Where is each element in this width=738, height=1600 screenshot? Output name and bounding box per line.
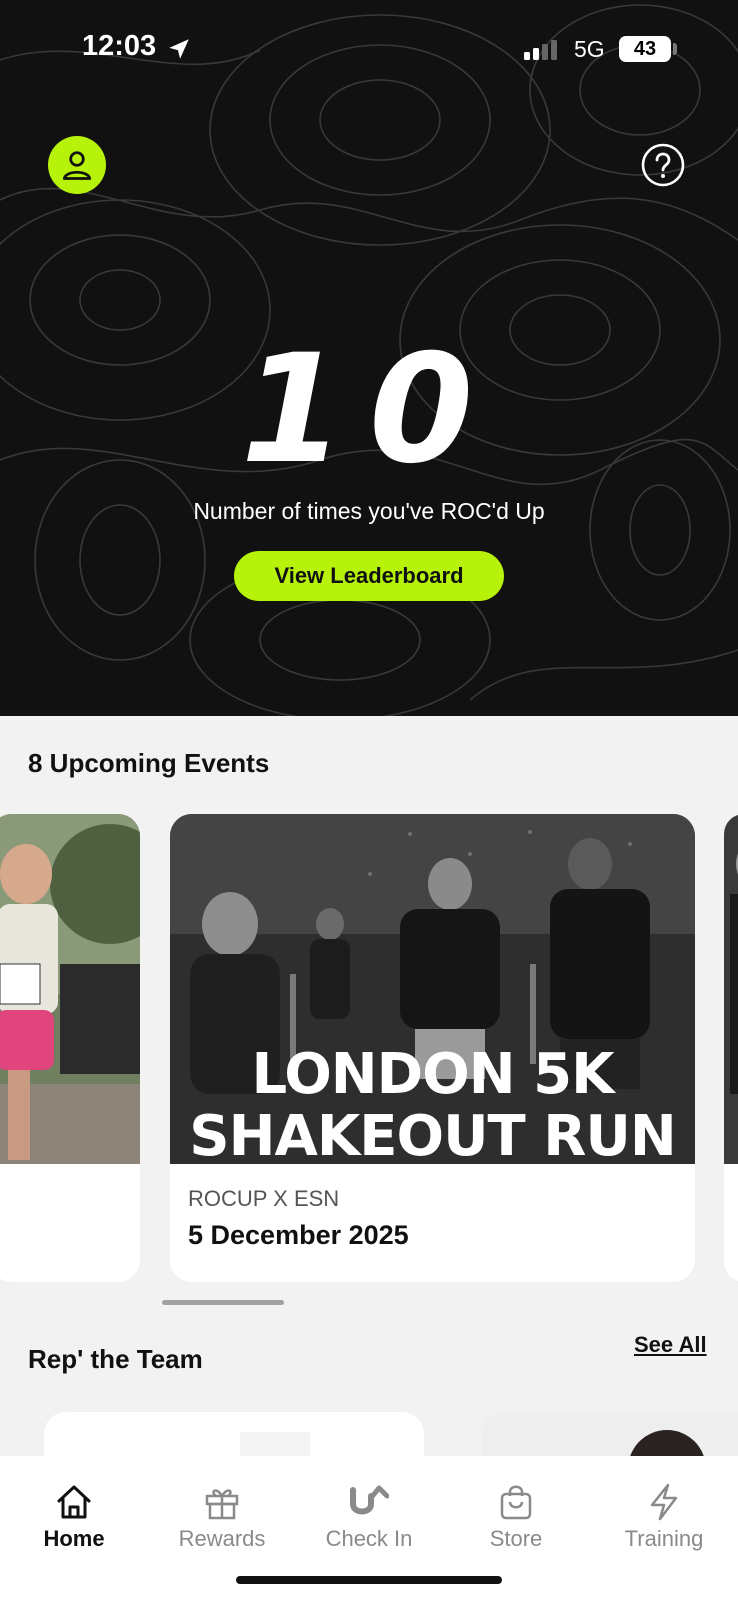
event-image-caption-line2: SHAKEOUT RUN — [189, 1104, 676, 1165]
rocd-up-count-label: Number of times you've ROC'd Up — [193, 498, 545, 524]
status-bar: 12:03 5G 43 — [0, 0, 738, 100]
tab-label: Store — [489, 1526, 543, 1551]
rep-the-team-title: Rep' the Team — [28, 1344, 203, 1374]
gift-icon — [205, 1489, 239, 1520]
event-image — [724, 814, 738, 1164]
hero-banner: 12:03 5G 43 10 Number of times you've RO… — [0, 0, 738, 716]
check-in-icon — [350, 1485, 389, 1515]
battery-cap — [673, 43, 677, 55]
tab-rewards[interactable]: Rewards — [152, 1456, 292, 1566]
home-indicator — [236, 1576, 502, 1584]
tab-label: Check In — [325, 1526, 413, 1551]
help-button[interactable] — [640, 142, 686, 188]
home-icon — [57, 1485, 91, 1519]
network-type: 5G — [574, 36, 605, 62]
shopping-bag-icon — [500, 1485, 532, 1520]
tab-home[interactable]: Home — [4, 1456, 144, 1566]
event-image: LONDON 5K SHAKEOUT RUN — [170, 814, 695, 1164]
event-date: 5 December 2025 — [188, 1220, 409, 1250]
tab-store[interactable]: Store — [446, 1456, 586, 1566]
tab-check-in[interactable]: Check In — [299, 1456, 439, 1566]
event-image — [0, 814, 140, 1164]
status-time: 12:03 — [82, 30, 157, 62]
profile-button[interactable] — [48, 136, 106, 194]
carousel-scroll-indicator — [162, 1300, 284, 1305]
person-icon — [62, 151, 92, 180]
rocd-up-count: 10 — [240, 323, 498, 497]
event-card[interactable]: LONDON 5K SHAKEOUT RUN ROCUP X ESN 5 Dec… — [170, 814, 695, 1282]
battery-indicator: 43 — [619, 36, 671, 62]
tab-label: Training — [624, 1526, 704, 1551]
event-image-caption-line1: LONDON 5K — [251, 1042, 615, 1107]
event-card-next[interactable] — [724, 814, 738, 1282]
tab-training[interactable]: Training — [594, 1456, 734, 1566]
events-carousel[interactable]: LONDON 5K SHAKEOUT RUN ROCUP X ESN 5 Dec… — [0, 814, 738, 1282]
runner-photo — [0, 814, 140, 1164]
lightning-icon — [650, 1483, 678, 1521]
tab-label: Home — [43, 1526, 105, 1551]
event-organizer: ROCUP X ESN — [188, 1186, 340, 1211]
upcoming-events-title: 8 Upcoming Events — [28, 748, 270, 778]
event-photo-next — [724, 814, 738, 1164]
help-icon — [641, 143, 685, 187]
signal-icon — [524, 40, 557, 60]
view-leaderboard-button[interactable]: View Leaderboard — [234, 551, 504, 601]
see-all-link[interactable]: See All — [634, 1332, 707, 1358]
event-card-previous[interactable] — [0, 814, 140, 1282]
event-image-caption: LONDON 5K SHAKEOUT RUN — [170, 1042, 695, 1165]
location-arrow-icon — [169, 39, 189, 59]
tab-label: Rewards — [178, 1526, 266, 1551]
